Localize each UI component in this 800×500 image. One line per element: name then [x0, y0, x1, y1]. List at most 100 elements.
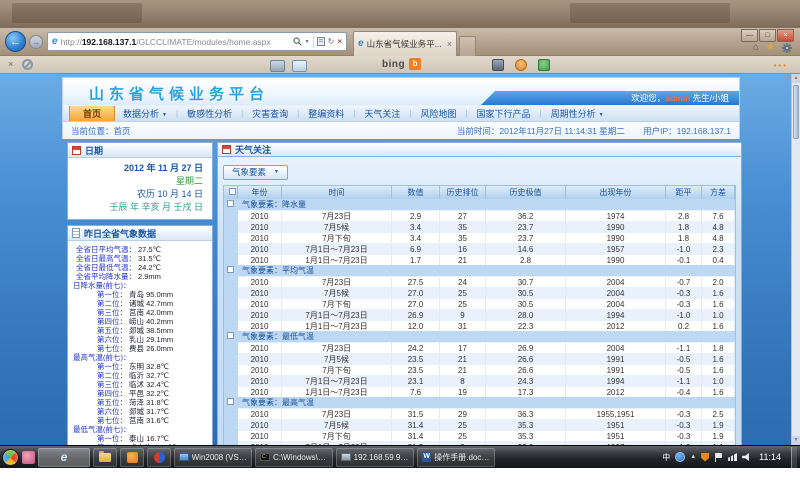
tray-app-icon[interactable] [675, 452, 685, 462]
column-header[interactable]: 年份 [238, 186, 282, 199]
taskbar-window-button-2[interactable]: C:C:\Windows\s... [255, 448, 333, 467]
toolbar-mail-icon[interactable] [292, 60, 307, 72]
nav-item-2[interactable]: 数据分析▼ [120, 107, 170, 120]
toolbar-card-icon[interactable] [270, 60, 285, 72]
browser-tab[interactable]: e 山东省气候业务平... × [353, 31, 457, 56]
table-cell: 1.6 [702, 353, 735, 364]
table-cell: 3.4 [392, 232, 440, 243]
action-center-flag-icon[interactable] [714, 453, 723, 462]
search-dropdown-icon[interactable]: ▼ [305, 39, 310, 45]
checkbox-icon[interactable] [227, 332, 234, 339]
table-cell: 31 [440, 320, 486, 331]
table-row[interactable]: 20107月下旬3.43523.719901.84.8 [224, 232, 735, 243]
nav-item-1[interactable]: 首页 [69, 105, 115, 122]
table-row[interactable]: 20107月5候27.02530.52004-0.31.6 [224, 287, 735, 298]
nav-item-8[interactable]: 国家下行产品 [474, 107, 534, 120]
new-tab-button[interactable] [459, 36, 476, 56]
checkbox-icon[interactable] [227, 398, 234, 405]
refresh-icon[interactable]: ↻ [328, 37, 335, 46]
table-row[interactable]: 20107月5候23.52126.61991-0.51.6 [224, 353, 735, 364]
nav-item-5[interactable]: 整编资料 [305, 107, 347, 120]
checkbox-icon[interactable] [229, 188, 236, 195]
rank-value: 临沭 32.4℃ [129, 380, 169, 389]
taskbar-window-button-4[interactable]: W操作手册.docx ... [417, 448, 495, 467]
nav-item-6[interactable]: 天气关注 [361, 107, 403, 120]
nav-item-9[interactable]: 周期性分析▼ [548, 107, 607, 120]
blocked-content-icon[interactable] [22, 59, 33, 70]
table-row[interactable]: 20107月下旬31.42535.31951-0.31.9 [224, 430, 735, 441]
column-header[interactable]: 方差 [702, 186, 735, 199]
rank-label: 第七位： [97, 344, 127, 353]
compatibility-view-icon[interactable] [317, 37, 325, 46]
globe-app-icon[interactable] [538, 59, 550, 71]
checkbox-icon[interactable] [227, 266, 234, 273]
close-button[interactable]: × [777, 29, 794, 42]
nav-item-3[interactable]: 敏感性分析 [184, 107, 235, 120]
table-row[interactable]: 20107月下旬23.52126.61991-0.51.6 [224, 364, 735, 375]
table-cell: 1.6 [702, 320, 735, 331]
table-row[interactable]: 20107月23日2.92736.219742.87.6 [224, 210, 735, 221]
table-row[interactable]: 20107月5候3.43523.719901.84.8 [224, 221, 735, 232]
taskbar-window-button-1[interactable]: Win2008 (VS2... [174, 448, 252, 467]
pinned-app-icon[interactable] [22, 451, 35, 464]
table-row[interactable]: 20107月23日27.52430.72004-0.72.0 [224, 276, 735, 287]
page-scrollbar[interactable]: ▲ ▼ [791, 74, 800, 445]
person-app-icon[interactable] [515, 59, 527, 71]
address-bar[interactable]: e http://192.168.137.1/GLCCLIMATE/module… [47, 32, 347, 51]
more-options-icon[interactable]: ••• [774, 61, 788, 70]
scroll-up-icon[interactable]: ▲ [792, 74, 800, 83]
favorites-star-icon[interactable]: ★ [766, 43, 775, 53]
table-row[interactable]: 20107月5候31.42535.31951-0.31.9 [224, 419, 735, 430]
taskbar-window-button-3[interactable]: 192.168.59.99... [336, 448, 414, 467]
tab-close-icon[interactable]: × [447, 39, 452, 49]
ime-indicator[interactable]: 中 [662, 452, 670, 463]
stop-icon[interactable]: × [337, 37, 342, 46]
bing-toolbar[interactable]: bing b [382, 58, 421, 70]
addon-bar-close-icon[interactable]: × [8, 59, 13, 69]
minimize-button[interactable]: — [741, 29, 758, 42]
url-text[interactable]: http://192.168.137.1/GLCCLIMATE/modules/… [61, 37, 290, 47]
search-icon[interactable] [293, 37, 302, 46]
maximize-button[interactable]: □ [759, 29, 776, 42]
table-row[interactable]: 20101月1日～7月23日12.03122.320120.21.6 [224, 320, 735, 331]
table-row[interactable]: 20107月1日～7月23日26.9928.01994-1.01.0 [224, 309, 735, 320]
scroll-down-icon[interactable]: ▼ [792, 436, 800, 445]
table-row[interactable]: 20107月1日～7月23日6.91614.61957-1.02.3 [224, 243, 735, 254]
nav-item-7[interactable]: 风险地图 [417, 107, 459, 120]
table-row[interactable]: 20101月1日～7月23日7.61917.32012-0.41.6 [224, 386, 735, 397]
weather-element-button[interactable]: 气象要素 ▼ [223, 165, 288, 180]
ganzhi-date: 壬辰 年 辛亥 月 壬戌 日 [72, 201, 203, 214]
camera-app-icon[interactable] [492, 59, 504, 71]
show-desktop-button[interactable] [791, 447, 797, 468]
column-header[interactable]: 出现年份 [566, 186, 666, 199]
checkbox-icon[interactable] [227, 200, 234, 207]
show-hidden-icons[interactable]: ▲ [690, 454, 696, 460]
column-header[interactable]: 历史极值 [486, 186, 566, 199]
network-icon[interactable] [728, 453, 737, 461]
home-icon[interactable]: ⌂ [753, 43, 759, 53]
nav-item-4[interactable]: 灾害查询 [249, 107, 291, 120]
taskbar-media-app-button[interactable] [147, 448, 171, 467]
tray-clock[interactable]: 11:14 [759, 452, 781, 462]
tools-gear-icon[interactable] [782, 43, 792, 53]
scrollbar-thumb[interactable] [793, 85, 799, 139]
speaker-icon[interactable] [742, 453, 751, 461]
table-row[interactable]: 20101月1日～7月23日1.7212.81990-0.10.4 [224, 254, 735, 265]
taskbar-orange-app-button[interactable] [120, 448, 144, 467]
sidebar: 日期 2012 年 11 月 27 日 星期二 农历 10 月 14 日 壬辰 … [67, 142, 213, 445]
start-button[interactable] [2, 449, 19, 466]
table-row[interactable]: 20107月23日24.21726.92004-1.11.8 [224, 342, 735, 353]
back-button[interactable]: ← [5, 31, 26, 52]
table-row[interactable]: 20107月下旬27.02530.52004-0.31.6 [224, 298, 735, 309]
column-header[interactable]: 距平 [666, 186, 702, 199]
column-header[interactable]: 数值 [392, 186, 440, 199]
table-cell: 25 [440, 430, 486, 441]
column-header[interactable]: 时间 [282, 186, 392, 199]
taskbar-ie-button[interactable]: e [38, 448, 90, 467]
taskbar-explorer-button[interactable] [93, 448, 117, 467]
table-row[interactable]: 20107月1日～7月23日23.1824.31994-1.11.0 [224, 375, 735, 386]
forward-button[interactable]: → [29, 35, 43, 49]
column-header[interactable]: 历史排位 [440, 186, 486, 199]
table-row[interactable]: 20107月23日31.52936.31955,1951-0.32.5 [224, 408, 735, 419]
security-shield-icon[interactable] [701, 453, 709, 462]
